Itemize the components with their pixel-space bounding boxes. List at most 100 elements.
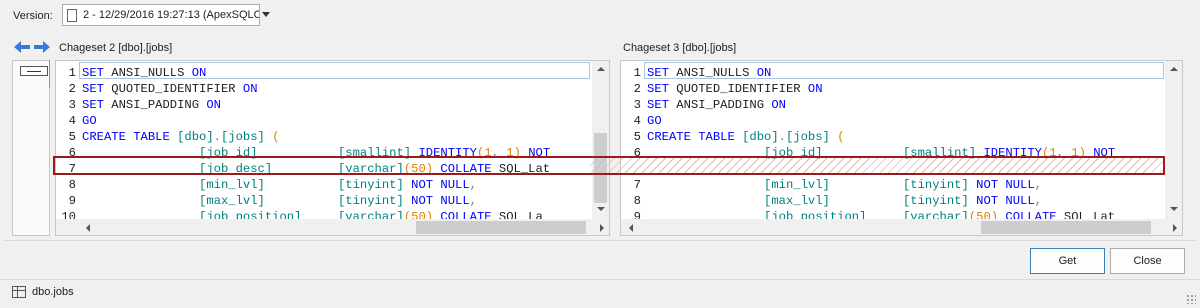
line-number: 1 bbox=[633, 66, 641, 80]
code-token: [tinyint] bbox=[829, 194, 969, 208]
code-token: ON bbox=[764, 98, 786, 112]
line-number: 2 bbox=[633, 82, 641, 96]
chevron-down-icon[interactable] bbox=[262, 12, 270, 17]
line-number: 8 bbox=[633, 194, 641, 208]
scroll-right-icon[interactable] bbox=[600, 224, 604, 232]
get-button[interactable]: Get bbox=[1030, 248, 1105, 274]
code-text: CREATE TABLE [dbo].[jobs] ( bbox=[647, 129, 845, 145]
scroll-up-icon[interactable] bbox=[597, 67, 605, 71]
code-line: 4 GO bbox=[56, 113, 609, 129]
code-token: ON bbox=[235, 82, 258, 96]
table-icon bbox=[12, 286, 26, 298]
code-token: SET bbox=[647, 82, 669, 96]
version-dropdown[interactable]: 2 - 12/29/2016 19:27:13 (ApexSQLC bbox=[62, 4, 260, 26]
code-token: [max_lvl] bbox=[82, 194, 265, 208]
gutter-divider bbox=[49, 60, 50, 88]
code-text: GO bbox=[82, 113, 97, 129]
left-hscroll-thumb[interactable] bbox=[416, 221, 586, 234]
code-text: SET ANSI_NULLS ON bbox=[647, 65, 771, 81]
code-token: [tinyint] bbox=[829, 178, 969, 192]
line-number: 9 bbox=[68, 194, 76, 208]
code-token: SET bbox=[82, 98, 104, 112]
right-code-editor[interactable]: 1 SET ANSI_NULLS ON 2 SET QUOTED_IDENTIFIER… bbox=[620, 60, 1183, 236]
resize-grip[interactable] bbox=[1186, 294, 1196, 304]
scroll-down-icon[interactable] bbox=[1170, 207, 1178, 211]
code-token: ( bbox=[264, 130, 280, 144]
status-bar bbox=[0, 279, 1200, 308]
diff-overview-gutter[interactable] bbox=[12, 60, 50, 236]
code-line: 7 [min_lvl] [tinyint] NOT NULL, bbox=[621, 177, 1182, 193]
code-text: SET ANSI_NULLS ON bbox=[82, 65, 206, 81]
code-line: 8 [min_lvl] [tinyint] NOT NULL, bbox=[56, 177, 609, 193]
code-token: NOT NULL bbox=[968, 178, 1035, 192]
code-line: 2 SET QUOTED_IDENTIFIER ON bbox=[56, 81, 609, 97]
arrow-right-icon[interactable] bbox=[33, 40, 51, 54]
code-token: ON bbox=[749, 66, 772, 80]
code-text: CREATE TABLE [dbo].[jobs] ( bbox=[82, 129, 280, 145]
left-vertical-scrollbar[interactable] bbox=[592, 61, 609, 219]
code-token: SET bbox=[647, 98, 669, 112]
line-number: 8 bbox=[68, 178, 76, 192]
code-token: NOT NULL bbox=[403, 178, 470, 192]
code-text: [max_lvl] [tinyint] NOT NULL, bbox=[82, 193, 477, 209]
footer-separator bbox=[4, 240, 1196, 241]
code-token: ON bbox=[199, 98, 221, 112]
scroll-down-icon[interactable] bbox=[597, 207, 605, 211]
scroll-up-icon[interactable] bbox=[1170, 67, 1178, 71]
right-hscroll-thumb[interactable] bbox=[981, 221, 1151, 234]
right-vertical-scrollbar[interactable] bbox=[1165, 61, 1182, 219]
right-horizontal-scrollbar[interactable] bbox=[621, 219, 1182, 235]
code-token: [min_lvl] bbox=[647, 178, 830, 192]
code-text: GO bbox=[647, 113, 662, 129]
line-number: 3 bbox=[68, 98, 76, 112]
code-text: [max_lvl] [tinyint] NOT NULL, bbox=[647, 193, 1042, 209]
code-line: 5 CREATE TABLE [dbo].[jobs] ( bbox=[56, 129, 609, 145]
code-token: ON bbox=[184, 66, 207, 80]
code-token: , bbox=[1034, 178, 1042, 192]
code-text: SET QUOTED_IDENTIFIER ON bbox=[647, 81, 823, 97]
code-token: [tinyint] bbox=[264, 178, 404, 192]
code-token: [dbo] bbox=[734, 130, 779, 144]
code-token: [min_lvl] bbox=[82, 178, 265, 192]
scroll-right-icon[interactable] bbox=[1173, 224, 1177, 232]
code-token: GO bbox=[647, 114, 662, 128]
scroll-left-icon[interactable] bbox=[629, 224, 633, 232]
line-number: 3 bbox=[633, 98, 641, 112]
code-text: [min_lvl] [tinyint] NOT NULL, bbox=[647, 177, 1042, 193]
arrow-left-icon[interactable] bbox=[13, 40, 31, 54]
code-token: SET bbox=[82, 82, 104, 96]
code-line: 2 SET QUOTED_IDENTIFIER ON bbox=[621, 81, 1182, 97]
code-token: ANSI_PADDING bbox=[103, 98, 200, 112]
left-code-editor[interactable]: 1 SET ANSI_NULLS ON 2 SET QUOTED_IDENTIFIER… bbox=[55, 60, 610, 236]
code-text: SET ANSI_PADDING ON bbox=[647, 97, 786, 113]
code-token: [tinyint] bbox=[264, 194, 404, 208]
code-token: , bbox=[1034, 194, 1042, 208]
code-token: . bbox=[778, 130, 786, 144]
code-line: 9 [max_lvl] [tinyint] NOT NULL, bbox=[56, 193, 609, 209]
code-token: ON bbox=[800, 82, 823, 96]
code-token: CREATE TABLE bbox=[82, 130, 170, 144]
code-token: [dbo] bbox=[169, 130, 214, 144]
code-token: , bbox=[469, 178, 477, 192]
line-number: 5 bbox=[68, 130, 76, 144]
code-token: , bbox=[469, 194, 477, 208]
line-number: 4 bbox=[68, 114, 76, 128]
line-number: 4 bbox=[633, 114, 641, 128]
status-text: dbo.jobs bbox=[32, 286, 74, 298]
left-panel-title: Chageset 2 [dbo].[jobs] bbox=[59, 42, 173, 54]
close-button[interactable]: Close bbox=[1110, 248, 1185, 274]
scroll-left-icon[interactable] bbox=[86, 224, 90, 232]
code-text: SET QUOTED_IDENTIFIER ON bbox=[82, 81, 258, 97]
code-token: [max_lvl] bbox=[647, 194, 830, 208]
left-horizontal-scrollbar[interactable] bbox=[56, 219, 609, 235]
code-token: QUOTED_IDENTIFIER bbox=[668, 82, 801, 96]
line-number: 7 bbox=[633, 178, 641, 192]
right-panel-title: Chageset 3 [dbo].[jobs] bbox=[623, 42, 737, 54]
code-line: 3 SET ANSI_PADDING ON bbox=[621, 97, 1182, 113]
line-number: 1 bbox=[68, 66, 76, 80]
version-label: Version: bbox=[13, 10, 53, 22]
code-token: NOT NULL bbox=[403, 194, 470, 208]
code-text: SET ANSI_PADDING ON bbox=[82, 97, 221, 113]
diff-marker-icon bbox=[20, 66, 48, 76]
code-token: NOT NULL bbox=[968, 194, 1035, 208]
